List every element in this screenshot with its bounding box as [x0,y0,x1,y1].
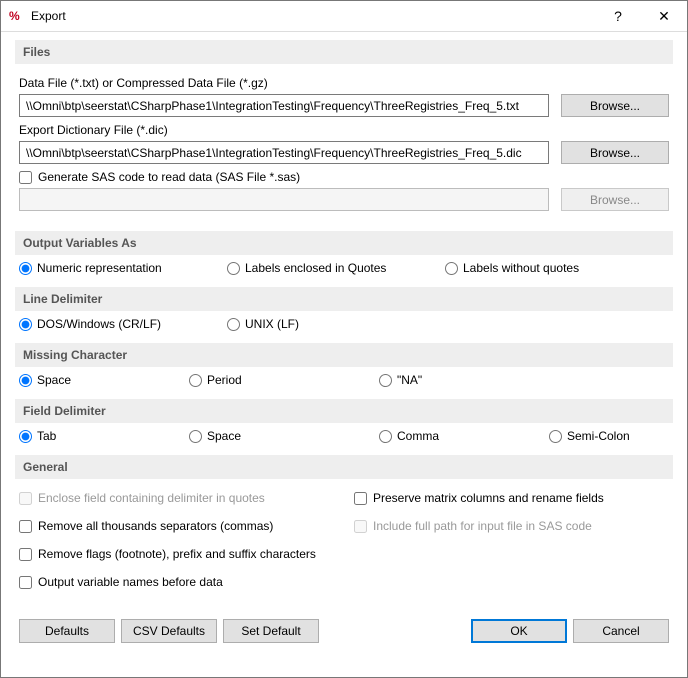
preserve-matrix-label[interactable]: Preserve matrix columns and rename field… [373,491,604,505]
missing-space-label[interactable]: Space [37,373,71,387]
output-names-checkbox[interactable] [19,576,32,589]
output-noquotes-radio[interactable] [445,262,458,275]
line-dos-radio[interactable] [19,318,32,331]
remove-sep-label[interactable]: Remove all thousands separators (commas) [38,519,273,533]
help-button[interactable]: ? [595,1,641,31]
remove-sep-checkbox[interactable] [19,520,32,533]
missing-char-header: Missing Character [15,343,673,367]
cancel-button[interactable]: Cancel [573,619,669,643]
files-section: Data File (*.txt) or Compressed Data Fil… [15,64,673,225]
output-numeric-label[interactable]: Numeric representation [37,261,162,275]
browse-sas-button: Browse... [561,188,669,211]
field-comma-label[interactable]: Comma [397,429,439,443]
dic-file-input[interactable] [19,141,549,164]
field-comma-radio[interactable] [379,430,392,443]
generate-sas-checkbox[interactable] [19,171,32,184]
field-space-radio[interactable] [189,430,202,443]
field-tab-radio[interactable] [19,430,32,443]
data-file-input[interactable] [19,94,549,117]
titlebar: % Export ? ✕ [1,1,687,32]
line-unix-radio[interactable] [227,318,240,331]
remove-flags-checkbox[interactable] [19,548,32,561]
browse-dic-button[interactable]: Browse... [561,141,669,164]
output-quoted-radio[interactable] [227,262,240,275]
generate-sas-label[interactable]: Generate SAS code to read data (SAS File… [38,170,300,184]
line-delim-group: DOS/Windows (CR/LF) UNIX (LF) [15,311,673,337]
line-dos-label[interactable]: DOS/Windows (CR/LF) [37,317,161,331]
enclose-quotes-label: Enclose field containing delimiter in qu… [38,491,265,505]
line-delim-header: Line Delimiter [15,287,673,311]
window-title: Export [31,9,595,23]
field-semicolon-radio[interactable] [549,430,562,443]
field-delim-header: Field Delimiter [15,399,673,423]
data-file-label: Data File (*.txt) or Compressed Data Fil… [19,76,669,90]
csv-defaults-button[interactable]: CSV Defaults [121,619,217,643]
include-path-checkbox [354,520,367,533]
files-header: Files [15,40,673,64]
dialog-content: Files Data File (*.txt) or Compressed Da… [1,32,687,655]
missing-na-radio[interactable] [379,374,392,387]
preserve-matrix-checkbox[interactable] [354,492,367,505]
enclose-quotes-checkbox [19,492,32,505]
general-section: Enclose field containing delimiter in qu… [15,479,673,597]
defaults-button[interactable]: Defaults [19,619,115,643]
general-header: General [15,455,673,479]
dic-file-label: Export Dictionary File (*.dic) [19,123,669,137]
output-quoted-label[interactable]: Labels enclosed in Quotes [245,261,386,275]
field-semicolon-label[interactable]: Semi-Colon [567,429,630,443]
output-noquotes-label[interactable]: Labels without quotes [463,261,579,275]
output-vars-header: Output Variables As [15,231,673,255]
missing-char-group: Space Period "NA" [15,367,673,393]
button-bar: Defaults CSV Defaults Set Default OK Can… [15,619,673,643]
browse-data-button[interactable]: Browse... [561,94,669,117]
set-default-button[interactable]: Set Default [223,619,319,643]
svg-text:%: % [9,9,20,23]
line-unix-label[interactable]: UNIX (LF) [245,317,299,331]
ok-button[interactable]: OK [471,619,567,643]
sas-file-input [19,188,549,211]
missing-space-radio[interactable] [19,374,32,387]
missing-na-label[interactable]: "NA" [397,373,422,387]
include-path-label: Include full path for input file in SAS … [373,519,592,533]
missing-period-label[interactable]: Period [207,373,242,387]
field-delim-group: Tab Space Comma Semi-Colon [15,423,673,449]
output-vars-group: Numeric representation Labels enclosed i… [15,255,673,281]
close-button[interactable]: ✕ [641,1,687,31]
output-numeric-radio[interactable] [19,262,32,275]
app-icon: % [9,8,25,24]
missing-period-radio[interactable] [189,374,202,387]
output-names-label[interactable]: Output variable names before data [38,575,223,589]
field-tab-label[interactable]: Tab [37,429,56,443]
field-space-label[interactable]: Space [207,429,241,443]
remove-flags-label[interactable]: Remove flags (footnote), prefix and suff… [38,547,316,561]
